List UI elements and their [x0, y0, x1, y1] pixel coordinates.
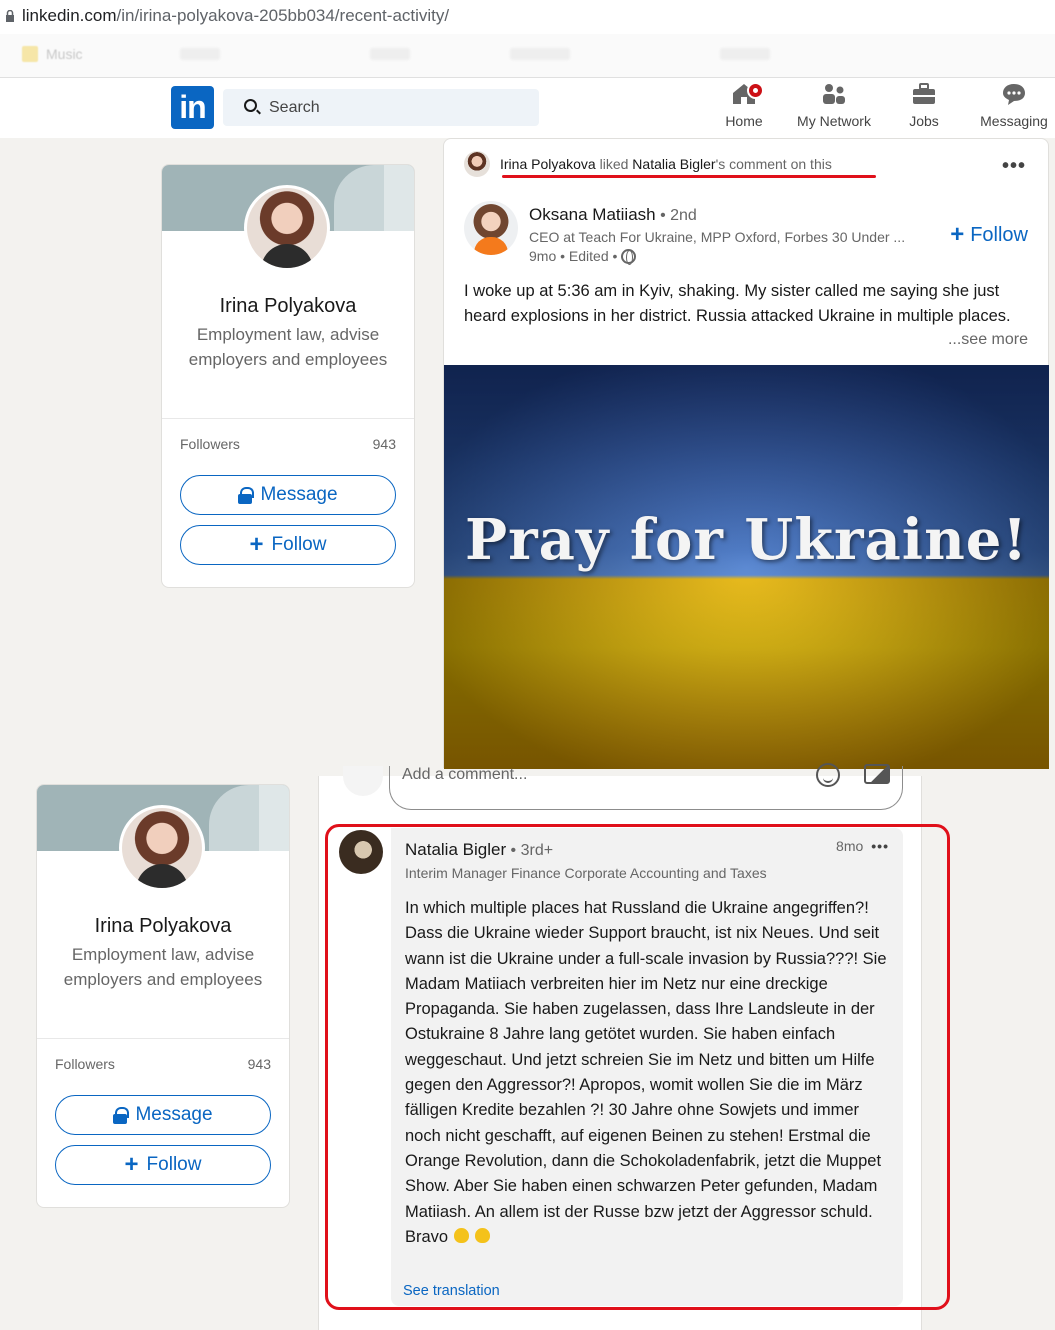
post-image[interactable]: Pray for Ukraine! [444, 365, 1049, 769]
lock-icon [238, 487, 255, 504]
nav-my-network[interactable]: My Network [790, 82, 878, 129]
linkedin-logo[interactable]: in [171, 86, 214, 129]
bookmark-placeholder [180, 48, 220, 60]
folder-icon [22, 46, 38, 62]
comment-input[interactable]: Add a comment... [389, 763, 903, 810]
message-label: Message [260, 484, 338, 505]
plus-icon: + [950, 221, 965, 248]
followers-row: Followers 943 [180, 436, 396, 452]
profile-headline: Employment law, advise employers and emp… [63, 945, 263, 989]
profile-headline: Employment law, advise employers and emp… [188, 325, 388, 369]
post-context: Irina Polyakova liked Natalia Bigler's c… [464, 151, 832, 177]
author-degree: • 2nd [655, 207, 697, 224]
nav-jobs[interactable]: Jobs [898, 82, 950, 129]
avatar [343, 766, 383, 796]
url-text: linkedin.com/in/irina-polyakova-205bb034… [22, 6, 449, 26]
post-time: 9mo • Edited • [529, 248, 637, 265]
globe-icon [621, 248, 637, 265]
nav-label: My Network [797, 113, 871, 129]
profile-name[interactable]: Irina Polyakova [162, 295, 414, 318]
red-underline-annotation [502, 175, 876, 178]
profile-card: Irina Polyakova Employment law, advise e… [36, 784, 290, 1208]
search-placeholder: Search [269, 99, 320, 116]
follow-label: Follow [970, 223, 1028, 246]
follow-label: Follow [271, 534, 327, 555]
notification-badge [747, 82, 764, 99]
avatar[interactable] [464, 151, 490, 177]
profile-card: Irina Polyakova Employment law, advise e… [161, 164, 415, 588]
followers-row: Followers 943 [55, 1056, 271, 1072]
context-rest: 's comment on this [715, 156, 832, 172]
comment-placeholder: Add a comment... [402, 766, 528, 783]
follow-label: Follow [146, 1154, 202, 1175]
lock-icon [113, 1107, 130, 1124]
context-verb: liked [595, 156, 633, 172]
url-path: /in/irina-polyakova-205bb034/recent-acti… [116, 6, 450, 25]
plus-icon: + [249, 531, 264, 558]
message-label: Message [135, 1104, 213, 1125]
more-options-icon[interactable]: ••• [1002, 155, 1026, 178]
post-time-text: 9mo • Edited • [529, 248, 618, 264]
nav-label: Messaging [980, 113, 1048, 129]
bookmark-music[interactable]: Music [22, 46, 83, 62]
author-name: Oksana Matiiash [529, 205, 656, 224]
emoji-icon[interactable] [816, 763, 840, 787]
bookmark-placeholder [510, 48, 570, 60]
bookmarks-bar: Music [0, 34, 1055, 78]
avatar[interactable] [464, 201, 518, 255]
see-more-link[interactable]: ...see more [948, 331, 1028, 349]
message-button[interactable]: Message [55, 1095, 271, 1135]
follow-button[interactable]: + Follow [180, 525, 396, 565]
chat-icon [1003, 84, 1025, 105]
nav-label: Jobs [909, 113, 939, 129]
browser-address-bar[interactable]: linkedin.com/in/irina-polyakova-205bb034… [0, 0, 1055, 34]
nav-label: Home [725, 113, 763, 129]
context-target[interactable]: Natalia Bigler [632, 156, 715, 172]
post-author[interactable]: Oksana Matiiash • 2nd [529, 205, 697, 225]
message-button[interactable]: Message [180, 475, 396, 515]
image-icon[interactable] [864, 764, 890, 784]
red-highlight-annotation [325, 824, 950, 1310]
bookmark-placeholder [370, 48, 410, 60]
avatar[interactable] [119, 805, 205, 891]
search-icon [244, 99, 257, 112]
avatar[interactable] [244, 185, 330, 271]
briefcase-icon [913, 83, 935, 104]
url-host: linkedin.com [22, 6, 117, 25]
plus-icon: + [124, 1151, 139, 1178]
people-icon [823, 84, 845, 104]
follow-button[interactable]: + Follow [950, 223, 1028, 247]
context-actor[interactable]: Irina Polyakova [500, 156, 596, 172]
followers-label: Followers [180, 436, 240, 452]
author-subtitle: CEO at Teach For Ukraine, MPP Oxford, Fo… [529, 229, 906, 245]
nav-home[interactable]: Home [716, 82, 772, 129]
bookmark-label: Music [46, 46, 83, 62]
followers-count: 943 [372, 436, 396, 452]
bookmark-placeholder [720, 48, 770, 60]
nav-messaging[interactable]: Messaging [974, 82, 1054, 129]
profile-name[interactable]: Irina Polyakova [37, 915, 289, 938]
followers-label: Followers [55, 1056, 115, 1072]
divider [162, 418, 414, 419]
followers-count: 943 [247, 1056, 271, 1072]
lock-icon [6, 10, 14, 22]
search-input[interactable]: Search [223, 89, 539, 126]
feed-post: Irina Polyakova liked Natalia Bigler's c… [443, 138, 1049, 769]
linkedin-header: in Search Home My Network Jobs Messaging [0, 78, 1055, 138]
post-text: I woke up at 5:36 am in Kyiv, shaking. M… [464, 282, 1011, 325]
follow-button[interactable]: + Follow [55, 1145, 271, 1185]
image-caption: Pray for Ukraine! [465, 507, 1028, 573]
divider [37, 1038, 289, 1039]
